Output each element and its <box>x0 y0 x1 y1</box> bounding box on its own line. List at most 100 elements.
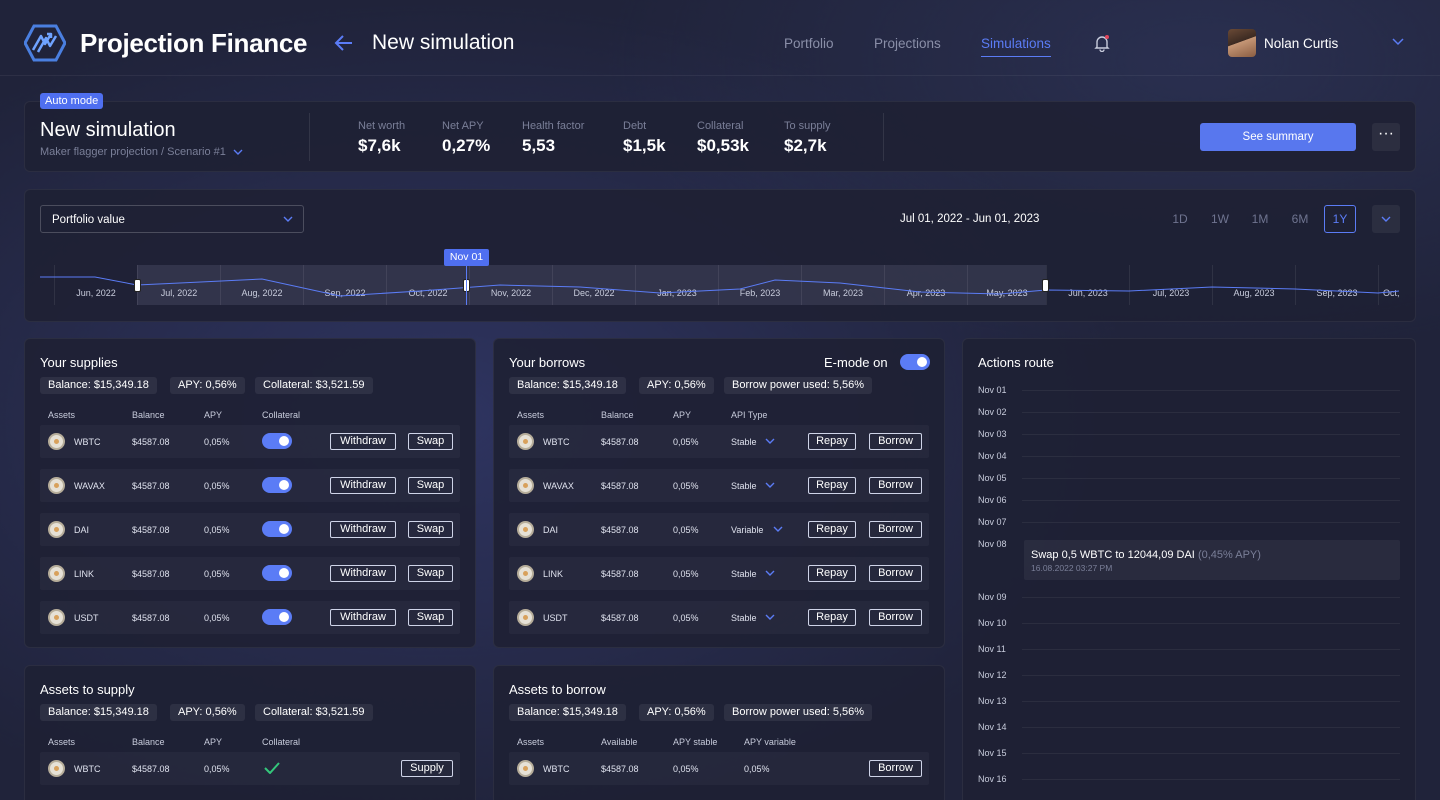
action-description: Swap 0,5 WBTC to 12044,09 DAI (0,45% APY… <box>1031 549 1261 561</box>
table-row: WBTC $4587.08 0,05% Stable Repay Borrow <box>509 425 929 458</box>
asset-name: DAI <box>74 525 90 535</box>
metric-select-value: Portfolio value <box>52 214 125 226</box>
range-start-handle[interactable] <box>134 279 141 292</box>
asset-name: WAVAX <box>543 481 574 491</box>
table-row: LINK $4587.08 0,05% Withdraw Swap <box>40 557 460 590</box>
repay-button[interactable]: Repay <box>808 433 856 450</box>
timeframe-1d[interactable]: 1D <box>1164 205 1196 233</box>
chevron-down-icon[interactable] <box>773 526 783 532</box>
supply-button[interactable]: Supply <box>401 760 453 777</box>
repay-button[interactable]: Repay <box>808 521 856 538</box>
borrow-button[interactable]: Borrow <box>869 565 922 582</box>
swap-button[interactable]: Swap <box>408 609 453 626</box>
chevron-down-icon[interactable] <box>765 438 775 444</box>
timeframe-dropdown[interactable] <box>1372 205 1400 233</box>
column-header: Balance <box>601 410 634 420</box>
api-type-select[interactable]: Stable <box>731 437 757 447</box>
timeframe-1m[interactable]: 1M <box>1244 205 1276 233</box>
timeframe-6m[interactable]: 6M <box>1284 205 1316 233</box>
timeframe-1w[interactable]: 1W <box>1204 205 1236 233</box>
column-header: Assets <box>517 737 545 747</box>
chevron-down-icon <box>233 149 243 155</box>
repay-button[interactable]: Repay <box>808 609 856 626</box>
swap-button[interactable]: Swap <box>408 521 453 538</box>
divider <box>309 113 310 161</box>
borrow-button[interactable]: Borrow <box>869 433 922 450</box>
timeframe-1y[interactable]: 1Y <box>1324 205 1356 233</box>
emode-toggle[interactable] <box>900 354 930 370</box>
timeline-track[interactable]: Jun, 2022 Jul, 2022 Aug, 2022 Sep, 2022 … <box>40 265 1399 305</box>
collateral-toggle[interactable] <box>262 565 292 581</box>
api-type-select[interactable]: Variable <box>731 525 763 535</box>
more-options-button[interactable]: ··· <box>1372 123 1400 151</box>
chevron-down-icon[interactable] <box>765 482 775 488</box>
withdraw-button[interactable]: Withdraw <box>330 433 396 450</box>
nav-portfolio[interactable]: Portfolio <box>784 36 834 51</box>
stat-debt: Debt $1,5k <box>623 120 666 156</box>
check-icon <box>264 762 280 774</box>
borrow-button[interactable]: Borrow <box>869 609 922 626</box>
asset-name: WBTC <box>74 437 101 447</box>
collateral-toggle[interactable] <box>262 433 292 449</box>
asset-name: WBTC <box>543 437 570 447</box>
stat-label: Collateral <box>697 120 744 132</box>
stat-label: Health factor <box>522 120 585 132</box>
withdraw-button[interactable]: Withdraw <box>330 565 396 582</box>
swap-button[interactable]: Swap <box>408 433 453 450</box>
portfolio-sparkline <box>40 276 1399 297</box>
api-type-select[interactable]: Stable <box>731 569 757 579</box>
simulation-subtitle[interactable]: Maker flagger projection / Scenario #1 <box>40 146 243 158</box>
swap-button[interactable]: Swap <box>408 565 453 582</box>
balance-chip: Balance: $15,349.18 <box>509 704 626 721</box>
timeline-marker[interactable]: Nov 01 <box>444 249 489 266</box>
collateral-toggle[interactable] <box>262 477 292 493</box>
column-header: APY <box>204 410 223 420</box>
column-header: Assets <box>517 410 545 420</box>
bell-icon[interactable] <box>1094 34 1110 52</box>
swap-button[interactable]: Swap <box>408 477 453 494</box>
asset-balance: $4587.08 <box>132 613 170 623</box>
date-range[interactable]: Jul 01, 2022 - Jun 01, 2023 <box>900 213 1039 225</box>
chevron-down-icon[interactable] <box>1392 38 1404 46</box>
borrow-button[interactable]: Borrow <box>869 760 922 777</box>
repay-button[interactable]: Repay <box>808 565 856 582</box>
supplies-title: Your supplies <box>40 355 118 370</box>
withdraw-button[interactable]: Withdraw <box>330 609 396 626</box>
stat-health-factor: Health factor 5,53 <box>522 120 584 156</box>
timeline-marker-line <box>466 265 467 305</box>
withdraw-button[interactable]: Withdraw <box>330 477 396 494</box>
range-end-handle[interactable] <box>1042 279 1049 292</box>
coin-icon <box>48 760 65 777</box>
table-row: WBTC $4587.08 0,05% 0,05% Borrow <box>509 752 929 785</box>
route-action-card[interactable]: Swap 0,5 WBTC to 12044,09 DAI (0,45% APY… <box>1024 540 1400 580</box>
stat-value: 0,27% <box>442 136 491 155</box>
logo-icon <box>24 24 66 62</box>
nav-projections[interactable]: Projections <box>874 36 941 51</box>
asset-balance: $4587.08 <box>132 764 170 774</box>
chevron-down-icon[interactable] <box>765 570 775 576</box>
nav-simulations[interactable]: Simulations <box>981 36 1051 57</box>
route-day: Nov 08 <box>978 539 1007 549</box>
coin-icon <box>48 609 65 626</box>
coin-icon <box>517 609 534 626</box>
repay-button[interactable]: Repay <box>808 477 856 494</box>
asset-balance: $4587.08 <box>601 569 639 579</box>
see-summary-button[interactable]: See summary <box>1200 123 1356 151</box>
action-text: Swap 0,5 WBTC to 12044,09 DAI <box>1031 549 1195 561</box>
borrow-button[interactable]: Borrow <box>869 521 922 538</box>
stat-net-worth: Net worth $7,6k <box>358 120 405 156</box>
user-name[interactable]: Nolan Curtis <box>1264 36 1338 51</box>
chevron-down-icon <box>283 216 293 222</box>
withdraw-button[interactable]: Withdraw <box>330 521 396 538</box>
avatar[interactable] <box>1228 29 1256 57</box>
collateral-toggle[interactable] <box>262 609 292 625</box>
stat-value: $7,6k <box>358 136 401 155</box>
api-type-select[interactable]: Stable <box>731 613 757 623</box>
metric-select[interactable]: Portfolio value <box>40 205 304 233</box>
api-type-select[interactable]: Stable <box>731 481 757 491</box>
back-arrow-icon[interactable] <box>334 33 354 53</box>
apy-chip: APY: 0,56% <box>170 377 245 394</box>
collateral-toggle[interactable] <box>262 521 292 537</box>
chevron-down-icon[interactable] <box>765 614 775 620</box>
borrow-button[interactable]: Borrow <box>869 477 922 494</box>
